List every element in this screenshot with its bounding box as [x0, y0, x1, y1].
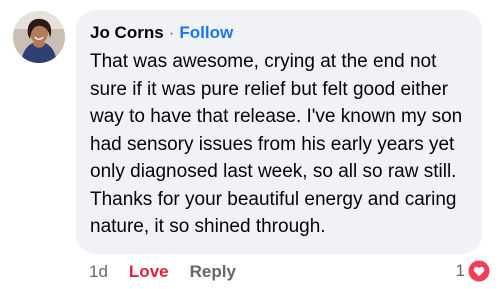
avatar[interactable] [13, 11, 65, 63]
avatar-photo [13, 11, 65, 63]
comment-header: Jo Corns · Follow [90, 22, 233, 44]
reaction-count: 1 [455, 261, 465, 280]
love-button[interactable]: Love [129, 262, 169, 282]
comment-timestamp[interactable]: 1d [89, 262, 108, 282]
comment-bubble: Jo Corns · Follow That was awesome, cryi… [76, 10, 482, 254]
comment-actions: 1d Love Reply [89, 262, 236, 282]
comment-text: That was awesome, crying at the end not … [90, 51, 463, 237]
follow-button[interactable]: Follow [179, 23, 233, 43]
separator-dot: · [168, 23, 175, 42]
reaction-summary[interactable]: 1 [456, 258, 492, 284]
reply-button[interactable]: Reply [190, 262, 236, 282]
author-name[interactable]: Jo Corns [90, 23, 164, 43]
heart-icon [467, 259, 491, 283]
